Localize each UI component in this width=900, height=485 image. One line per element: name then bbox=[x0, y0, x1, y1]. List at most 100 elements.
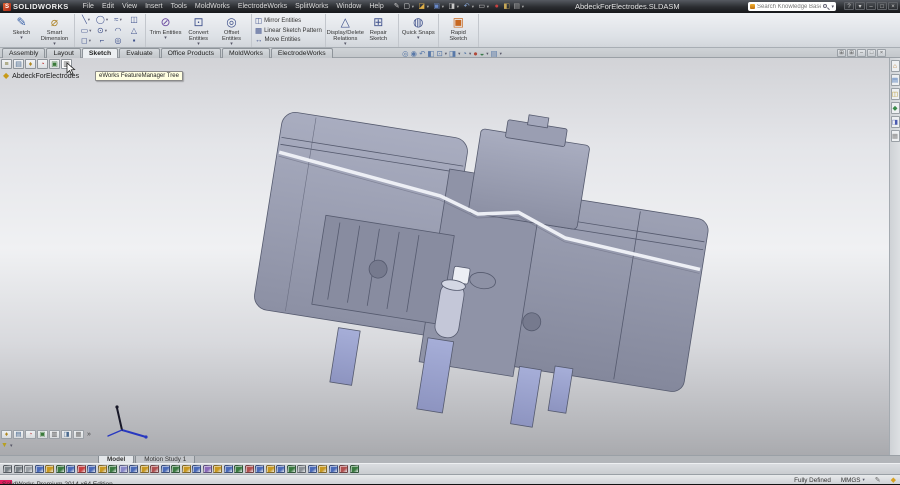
view-orientation-icon[interactable]: ⊡ bbox=[436, 49, 442, 58]
panel-icon-3[interactable]: ◔ bbox=[25, 430, 36, 439]
toolbar-icon[interactable] bbox=[98, 465, 107, 473]
dropdown-arrow-icon[interactable]: ▾ bbox=[486, 51, 488, 57]
tree-filter-row[interactable]: ▼ ▾ bbox=[1, 442, 12, 449]
toolbar-icon[interactable] bbox=[234, 465, 243, 473]
help-button[interactable]: ? bbox=[844, 2, 854, 10]
configurationmanager-tab-icon[interactable]: ♦ bbox=[25, 59, 36, 69]
search-results-icon[interactable]: ◆ bbox=[891, 102, 900, 114]
toolbar-icon[interactable] bbox=[245, 465, 254, 473]
restore-doc-button[interactable]: □ bbox=[867, 49, 876, 57]
menu-help[interactable]: Help bbox=[365, 3, 387, 10]
toolbar-icon[interactable] bbox=[255, 465, 264, 473]
view-palette-icon[interactable]: ◨ bbox=[891, 116, 900, 128]
toolbar-icon[interactable] bbox=[339, 465, 348, 473]
tab-assembly[interactable]: Assembly bbox=[2, 48, 45, 58]
linear-sketch-pattern-button[interactable]: ▦Linear Sketch Pattern bbox=[255, 27, 322, 35]
dropdown-arrow-icon[interactable]: ▾ bbox=[344, 42, 347, 47]
point-button[interactable]: ▪ bbox=[126, 36, 142, 46]
appearances-icon[interactable]: ▦ bbox=[891, 130, 900, 142]
zoom-to-area-icon[interactable]: ◉ bbox=[411, 49, 418, 58]
menu-file[interactable]: File bbox=[79, 3, 98, 10]
solidworks-resources-icon[interactable]: ⌂ bbox=[891, 60, 900, 72]
tab-electrodeworks[interactable]: ElectrodeWorks bbox=[271, 48, 333, 58]
edit-appearance-icon[interactable]: ● bbox=[473, 49, 478, 58]
save-icon[interactable]: ▣ bbox=[432, 1, 442, 12]
line-button[interactable]: ╲▾ bbox=[78, 15, 94, 25]
toolbar-icon[interactable] bbox=[182, 465, 191, 473]
dropdown-arrow-icon[interactable]: ▾ bbox=[458, 51, 460, 57]
file-properties-icon[interactable]: ▤ bbox=[512, 1, 522, 12]
toolbar-icon[interactable] bbox=[119, 465, 128, 473]
toolbar-icon[interactable] bbox=[276, 465, 285, 473]
menu-edit[interactable]: Edit bbox=[98, 3, 118, 10]
previous-view-icon[interactable]: ↶ bbox=[419, 49, 425, 58]
dimxpert-tab-icon[interactable]: ◔ bbox=[37, 59, 48, 69]
minimize-button[interactable]: – bbox=[866, 2, 876, 10]
toolbar-icon[interactable] bbox=[14, 465, 23, 473]
minimize-doc-button[interactable]: – bbox=[857, 49, 866, 57]
tab-evaluate[interactable]: Evaluate bbox=[119, 48, 159, 58]
dropdown-arrow-icon[interactable]: ▾ bbox=[522, 4, 527, 10]
toolbar-icon[interactable] bbox=[140, 465, 149, 473]
toolbar-icon[interactable] bbox=[66, 465, 75, 473]
toolbar-icon[interactable] bbox=[77, 465, 86, 473]
toolbar-icon[interactable] bbox=[203, 465, 212, 473]
toolbar-icon[interactable] bbox=[24, 465, 33, 473]
toolbar-icon[interactable] bbox=[129, 465, 138, 473]
plane-button[interactable]: ◎ bbox=[110, 36, 126, 46]
search-icon[interactable] bbox=[823, 4, 829, 10]
close-doc-button[interactable]: × bbox=[877, 49, 886, 57]
menu-view[interactable]: View bbox=[118, 3, 141, 10]
undo-icon[interactable]: ↶ bbox=[462, 1, 472, 12]
dropdown-arrow-icon[interactable]: ▾ bbox=[500, 51, 502, 57]
filter-dropdown-icon[interactable]: ▾ bbox=[10, 443, 13, 449]
new-window-button[interactable]: ⊞ bbox=[837, 49, 846, 57]
new-document-icon[interactable]: ▢ bbox=[402, 1, 412, 12]
zoom-to-fit-icon[interactable]: ◎ bbox=[402, 49, 409, 58]
dropdown-arrow-icon[interactable]: ▾ bbox=[445, 51, 447, 57]
arc-button[interactable]: ◠ bbox=[110, 26, 126, 36]
dropdown-arrow-icon[interactable]: ▾ bbox=[89, 28, 91, 34]
rapid-sketch-button[interactable]: ▣Rapid Sketch bbox=[442, 15, 475, 42]
tab-moldworks[interactable]: MoldWorks bbox=[222, 48, 270, 58]
pen-icon[interactable]: ✎ bbox=[392, 1, 402, 12]
options-icon[interactable]: ◧ bbox=[502, 1, 512, 12]
tags-icon[interactable]: ◆ bbox=[891, 476, 896, 484]
maximize-button[interactable]: □ bbox=[877, 2, 887, 10]
sketch-button[interactable]: ✎Sketch▾ bbox=[5, 15, 38, 41]
apply-scene-icon[interactable]: ◒ bbox=[480, 49, 485, 58]
move-entities-button[interactable]: ↔Move Entities bbox=[255, 36, 322, 44]
print-icon[interactable]: ◨ bbox=[447, 1, 457, 12]
toolbar-icon[interactable] bbox=[56, 465, 65, 473]
dropdown-arrow-icon[interactable]: ▾ bbox=[20, 36, 23, 41]
panel-icon-1[interactable]: ♦ bbox=[1, 430, 12, 439]
overflow-icon[interactable]: » bbox=[87, 431, 91, 438]
menu-moldworks[interactable]: MoldWorks bbox=[191, 3, 234, 10]
dropdown-arrow-icon[interactable]: ▾ bbox=[230, 42, 233, 47]
search-dropdown-icon[interactable]: ▾ bbox=[831, 4, 834, 10]
mirror-entities-button[interactable]: ◫Mirror Entities bbox=[255, 17, 322, 25]
dropdown-arrow-icon[interactable]: ▾ bbox=[417, 36, 420, 41]
viewport-3d[interactable] bbox=[0, 58, 900, 455]
file-explorer-icon[interactable]: ◫ bbox=[891, 88, 900, 100]
convert-entities-button[interactable]: ⊡Convert Entities▾ bbox=[182, 15, 215, 47]
view-settings-icon[interactable]: ▤ bbox=[491, 49, 498, 58]
display-style-icon[interactable]: ◨ bbox=[449, 49, 456, 58]
dropdown-arrow-icon[interactable]: ▾ bbox=[106, 17, 108, 23]
panel-icon-6[interactable]: ◨ bbox=[61, 430, 72, 439]
toolbar-icon[interactable] bbox=[318, 465, 327, 473]
dropdown-arrow-icon[interactable]: ▾ bbox=[89, 38, 91, 44]
tab-sketch[interactable]: Sketch bbox=[82, 48, 118, 58]
display-delete-relations-button[interactable]: △Display/Delete Relations▾ bbox=[329, 15, 362, 47]
toolbar-icon[interactable] bbox=[87, 465, 96, 473]
panel-icon-5[interactable]: ▥ bbox=[49, 430, 60, 439]
toolbar-icon[interactable] bbox=[287, 465, 296, 473]
search-input[interactable]: Search Knowledge Base ▾ bbox=[748, 2, 836, 11]
toolbar-icon[interactable] bbox=[150, 465, 159, 473]
dropdown-arrow-icon[interactable]: ▾ bbox=[53, 42, 56, 47]
tab-layout[interactable]: Layout bbox=[46, 48, 80, 58]
hide-show-items-icon[interactable]: ◔ bbox=[462, 49, 467, 58]
toolbar-icon[interactable] bbox=[35, 465, 44, 473]
menu-splitworks[interactable]: SplitWorks bbox=[291, 3, 332, 10]
quick-snaps-button[interactable]: ◍Quick Snaps▾ bbox=[402, 15, 435, 41]
